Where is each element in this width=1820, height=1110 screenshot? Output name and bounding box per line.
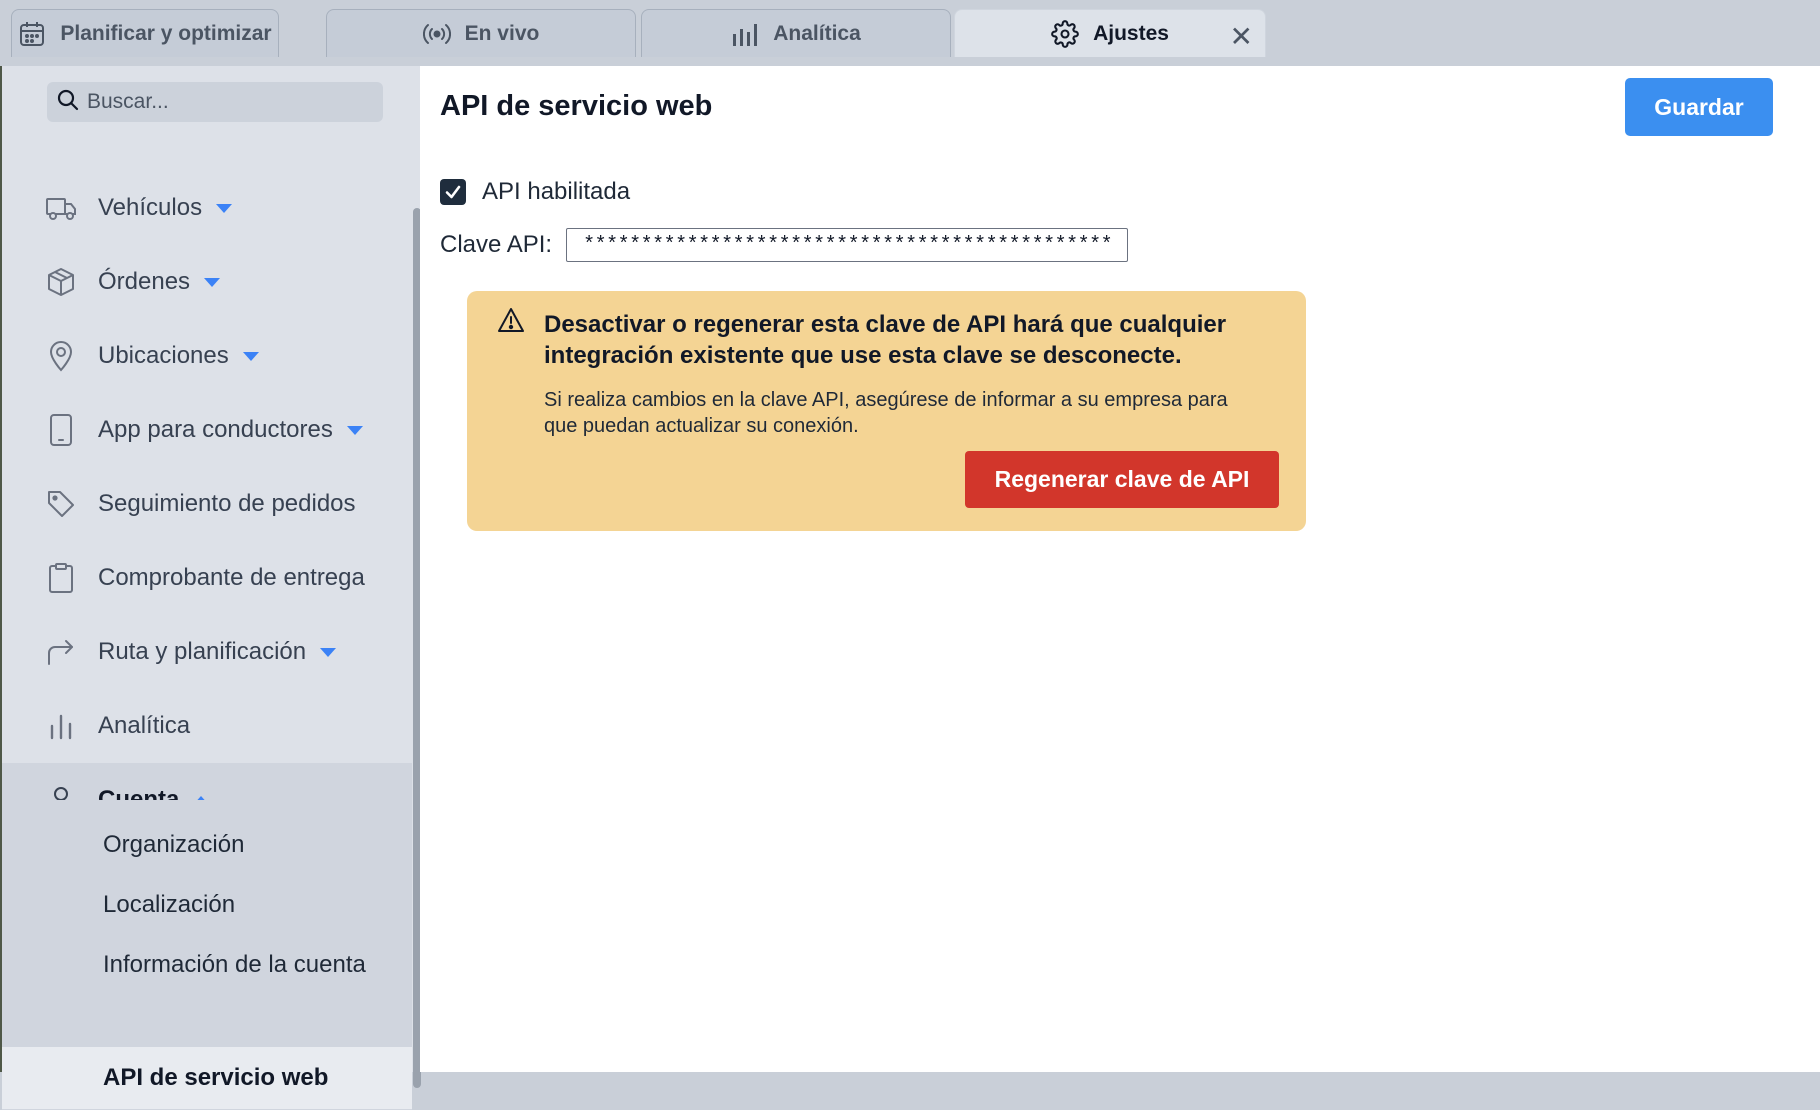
truck-icon (44, 191, 78, 225)
chevron-down-icon (204, 277, 221, 287)
gear-icon (1051, 19, 1079, 48)
package-icon (44, 265, 78, 299)
sidebar-item-seguimiento[interactable]: Seguimiento de pedidos (2, 467, 412, 541)
sidebar-item-vehiculos[interactable]: Vehículos (2, 171, 412, 245)
chevron-down-icon (320, 647, 337, 657)
tab-label: Planificar y optimizar (60, 21, 272, 45)
api-enabled-row: API habilitada (440, 178, 630, 206)
sidebar-item-ordenes[interactable]: Órdenes (2, 245, 412, 319)
sidebar-item-ruta[interactable]: Ruta y planificación (2, 615, 412, 689)
api-key-row: Clave API: (440, 228, 1129, 262)
account-submenu: Organización Localización Información de… (2, 800, 412, 1110)
checkmark-icon (445, 185, 461, 199)
api-key-field[interactable] (566, 228, 1129, 262)
tab-ajustes[interactable]: Ajustes ✕ (954, 9, 1266, 57)
bar-chart-icon (731, 20, 759, 48)
tab-label: En vivo (464, 21, 540, 45)
sidebar-subitem-localizacion[interactable]: Localización (2, 875, 412, 935)
search-icon (57, 89, 79, 116)
sidebar: Vehículos Órdenes Ubicaciones App para c… (2, 66, 421, 1110)
tab-label: Ajustes (1093, 21, 1169, 45)
broadcast-icon (422, 20, 451, 48)
warning-title: Desactivar o regenerar esta clave de API… (544, 311, 1227, 369)
chevron-down-icon (216, 203, 233, 213)
sidebar-item-ubicaciones[interactable]: Ubicaciones (2, 319, 412, 393)
phone-icon (44, 413, 78, 447)
tab-label: Analítica (773, 21, 861, 45)
api-enabled-checkbox[interactable] (440, 179, 466, 205)
main-panel: API de servicio web Guardar API habilita… (420, 66, 1820, 1072)
close-tab-button[interactable]: ✕ (1230, 20, 1253, 53)
sidebar-item-comprobante[interactable]: Comprobante de entrega (2, 541, 412, 615)
sidebar-item-label: Analítica (98, 712, 191, 739)
sidebar-item-label: Ubicaciones (98, 342, 229, 369)
sidebar-item-analitica[interactable]: Analítica (2, 689, 412, 763)
sidebar-subitem-organizacion[interactable]: Organización (2, 815, 412, 875)
search-box[interactable] (47, 82, 383, 122)
api-key-label: Clave API: (440, 231, 553, 258)
tab-analitica[interactable]: Analítica (641, 9, 951, 57)
sidebar-item-label: Seguimiento de pedidos (98, 490, 356, 517)
regenerate-api-key-button[interactable]: Regenerar clave de API (965, 451, 1279, 508)
api-enabled-label: API habilitada (482, 178, 631, 205)
bar-chart-icon (44, 709, 78, 743)
warning-triangle-icon (497, 307, 525, 338)
search-input[interactable] (85, 89, 369, 115)
tab-en-vivo[interactable]: En vivo (326, 9, 636, 57)
sidebar-item-label: Comprobante de entrega (98, 564, 365, 591)
map-pin-icon (44, 339, 78, 373)
save-button[interactable]: Guardar (1625, 78, 1773, 136)
tab-bar: Planificar y optimizar En vivo Analítica (0, 0, 1820, 66)
tab-planificar[interactable]: Planificar y optimizar (11, 9, 279, 57)
tag-icon (44, 487, 78, 521)
sidebar-subitem-api-servicio-web[interactable]: API de servicio web (2, 1047, 412, 1109)
chevron-down-icon (346, 425, 363, 435)
clipboard-icon (44, 561, 78, 595)
warning-body: Si realiza cambios en la clave API, aseg… (544, 389, 1228, 437)
sidebar-item-label: App para conductores (98, 416, 333, 443)
sidebar-item-label: Ruta y planificación (98, 638, 307, 665)
sidebar-item-app-conductores[interactable]: App para conductores (2, 393, 412, 467)
chevron-down-icon (242, 351, 259, 361)
calendar-icon (18, 20, 46, 48)
route-arrow-icon (44, 635, 78, 669)
sidebar-subitem-info-cuenta[interactable]: Información de la cuenta (2, 935, 412, 995)
sidebar-item-label: Vehículos (98, 194, 203, 221)
sidebar-item-label: Órdenes (98, 268, 191, 295)
warning-box: Desactivar o regenerar esta clave de API… (467, 291, 1306, 531)
page-title: API de servicio web (440, 90, 713, 122)
